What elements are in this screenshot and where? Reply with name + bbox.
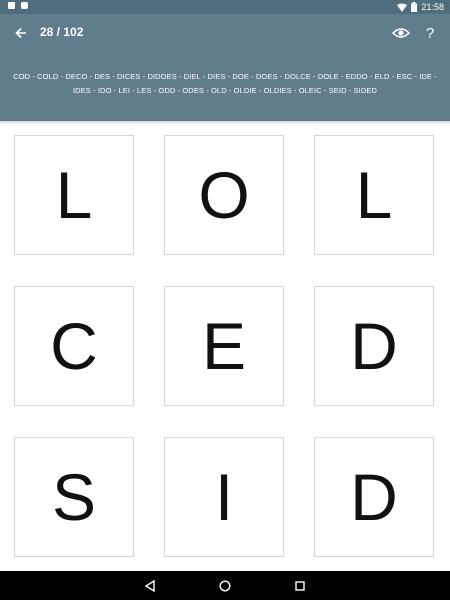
- circle-home-icon: [219, 580, 231, 592]
- arrow-left-icon: [15, 27, 26, 39]
- notification-icon: [8, 2, 15, 9]
- letter-tile[interactable]: I: [164, 437, 284, 557]
- letter-tile[interactable]: O: [164, 135, 284, 255]
- letter-grid: L O L C E D S I D: [14, 135, 436, 558]
- status-time: 21:58: [421, 2, 444, 12]
- letter-tile[interactable]: L: [314, 135, 434, 255]
- letter-tile[interactable]: E: [164, 286, 284, 406]
- word-list: COD - COLD - DECO - DES - DICES - DIDOES…: [13, 72, 437, 95]
- puzzle-counter: 28 / 102: [40, 25, 84, 39]
- system-icons: 21:58: [397, 1, 444, 13]
- notification-icons: [8, 2, 28, 9]
- nav-back-button[interactable]: [140, 576, 160, 596]
- help-button[interactable]: ?: [422, 23, 438, 43]
- reveal-button[interactable]: [390, 23, 412, 43]
- app-bar: 28 / 102 ? COD - COLD - DECO - DES - DIC…: [0, 14, 450, 121]
- letter-tile[interactable]: D: [314, 437, 434, 557]
- navigation-bar: [0, 571, 450, 600]
- app-bar-shadow: [0, 121, 450, 124]
- nav-home-button[interactable]: [215, 576, 235, 596]
- notification-icon: [21, 2, 28, 9]
- battery-icon: [411, 2, 418, 12]
- letter-tile[interactable]: S: [14, 437, 134, 557]
- square-recents-icon: [295, 581, 305, 591]
- back-button[interactable]: [10, 22, 32, 44]
- nav-recents-button[interactable]: [290, 576, 310, 596]
- triangle-back-icon: [144, 580, 155, 592]
- letter-tile[interactable]: D: [314, 286, 434, 406]
- wifi-icon: [397, 3, 408, 12]
- status-bar: 21:58: [0, 0, 450, 14]
- letter-tile[interactable]: C: [14, 286, 134, 406]
- eye-icon: [392, 28, 410, 38]
- letter-tile[interactable]: L: [14, 135, 134, 255]
